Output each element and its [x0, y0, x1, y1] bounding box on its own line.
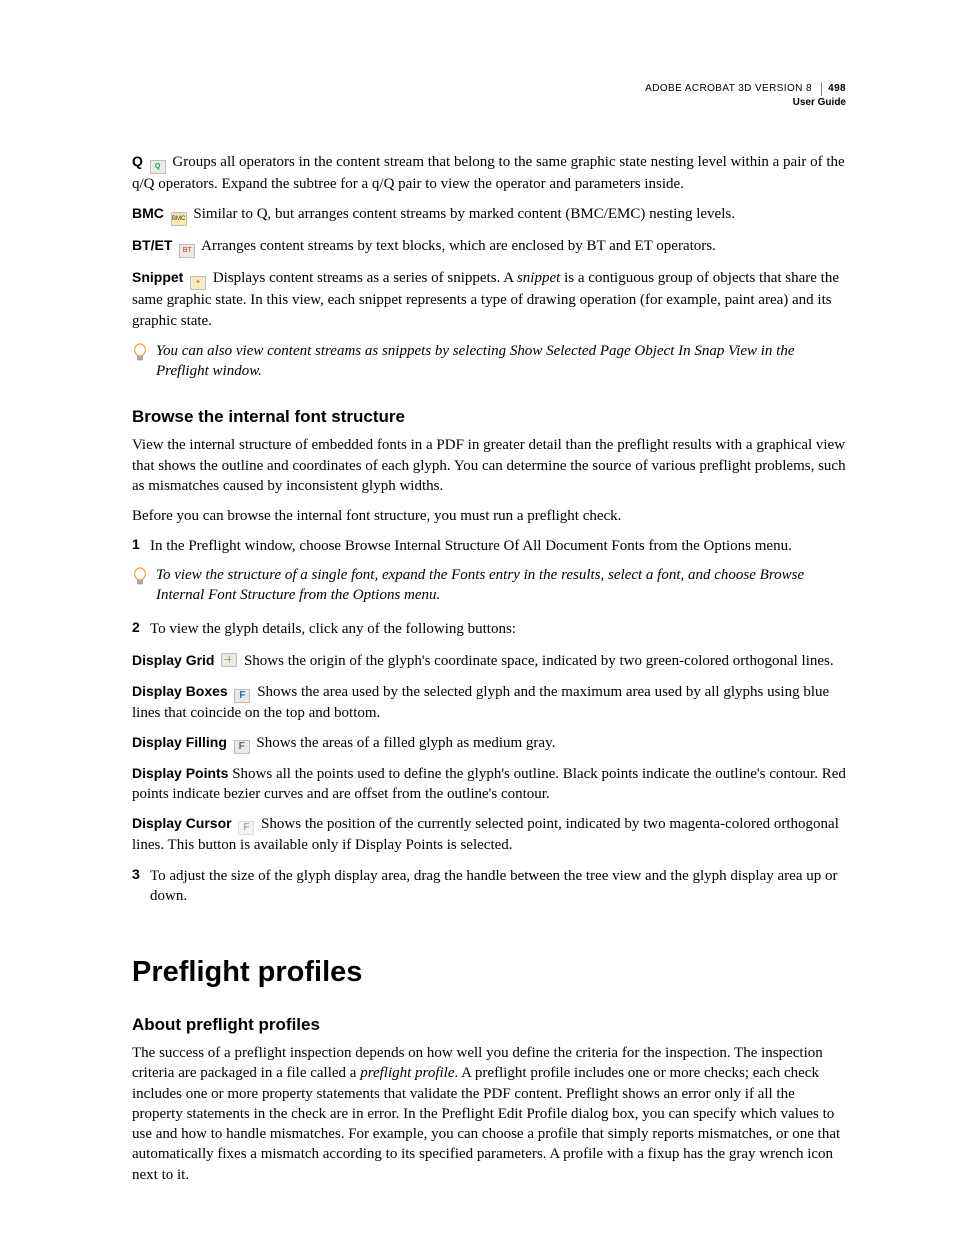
lightbulb-icon [132, 567, 152, 594]
heading-preflight-profiles: Preflight profiles [132, 956, 846, 989]
section1-p1: View the internal structure of embedded … [132, 435, 846, 496]
snippet-pre: Displays content streams as a series of … [213, 270, 517, 286]
display-grid-icon [221, 653, 237, 667]
section1-p2: Before you can browse the internal font … [132, 506, 846, 526]
text-display-points: Shows all the points used to define the … [132, 766, 846, 802]
product-name: ADOBE ACROBAT 3D VERSION 8 [645, 83, 812, 94]
tip-single-font: To view the structure of a single font, … [132, 565, 846, 606]
step-1-text: In the Preflight window, choose Browse I… [150, 536, 792, 556]
step-3: 3 To adjust the size of the glyph displa… [132, 866, 846, 907]
step-2-num: 2 [132, 619, 150, 639]
page-header: ADOBE ACROBAT 3D VERSION 8 498 User Guid… [645, 82, 846, 109]
term-display-cursor: Display Cursor [132, 815, 232, 831]
step-3-text: To adjust the size of the glyph display … [150, 866, 846, 907]
guide-label: User Guide [645, 96, 846, 110]
tip2-text: To view the structure of a single font, … [156, 565, 846, 606]
display-cursor-icon [238, 821, 254, 835]
tip-snippet-view: You can also view content streams as sni… [132, 341, 846, 382]
term-display-grid: Display Grid [132, 652, 214, 668]
item-snippet: Snippet Displays content streams as a se… [132, 268, 846, 331]
item-btet: BT/ET Arranges content streams by text b… [132, 236, 846, 258]
item-display-filling: Display Filling Shows the areas of a fil… [132, 733, 846, 754]
term-display-filling: Display Filling [132, 734, 227, 750]
item-bmc: BMC Similar to Q, but arranges content s… [132, 204, 846, 226]
q-operator-icon [150, 160, 166, 174]
item-display-grid: Display Grid Shows the origin of the gly… [132, 651, 846, 671]
text-btet: Arranges content streams by text blocks,… [201, 238, 716, 254]
display-boxes-icon [234, 689, 250, 703]
section2-post: . A preflight profile includes one or mo… [132, 1065, 840, 1182]
term-btet: BT/ET [132, 237, 172, 253]
step-2: 2 To view the glyph details, click any o… [132, 619, 846, 639]
lightbulb-icon [132, 343, 152, 370]
text-q: Groups all operators in the content stre… [132, 154, 845, 192]
heading-about-profiles: About preflight profiles [132, 1015, 846, 1035]
tip1-text: You can also view content streams as sni… [156, 341, 846, 382]
term-display-points: Display Points [132, 765, 228, 781]
item-q: Q Groups all operators in the content st… [132, 152, 846, 194]
bmc-operator-icon [171, 212, 187, 226]
term-bmc: BMC [132, 205, 164, 221]
text-display-grid: Shows the origin of the glyph's coordina… [244, 653, 834, 669]
item-display-points: Display Points Shows all the points used… [132, 764, 846, 805]
term-snippet: Snippet [132, 269, 183, 285]
content-area: Q Groups all operators in the content st… [132, 152, 846, 1185]
step-1-num: 1 [132, 536, 150, 556]
step-1: 1 In the Preflight window, choose Browse… [132, 536, 846, 556]
document-page: ADOBE ACROBAT 3D VERSION 8 498 User Guid… [0, 0, 954, 1235]
page-number: 498 [821, 82, 846, 96]
section2-para: The success of a preflight inspection de… [132, 1043, 846, 1185]
section2-em: preflight profile [360, 1065, 454, 1081]
btet-operator-icon [179, 244, 195, 258]
snippet-em: snippet [517, 270, 560, 286]
item-display-boxes: Display Boxes Shows the area used by the… [132, 682, 846, 723]
item-display-cursor: Display Cursor Shows the position of the… [132, 814, 846, 855]
step-2-text: To view the glyph details, click any of … [150, 619, 516, 639]
text-display-filling: Shows the areas of a filled glyph as med… [256, 735, 555, 751]
text-bmc: Similar to Q, but arranges content strea… [193, 206, 735, 222]
term-display-boxes: Display Boxes [132, 683, 228, 699]
heading-browse-font: Browse the internal font structure [132, 407, 846, 427]
display-filling-icon [234, 740, 250, 754]
step-3-num: 3 [132, 866, 150, 907]
snippet-icon [190, 276, 206, 290]
term-q: Q [132, 153, 143, 169]
